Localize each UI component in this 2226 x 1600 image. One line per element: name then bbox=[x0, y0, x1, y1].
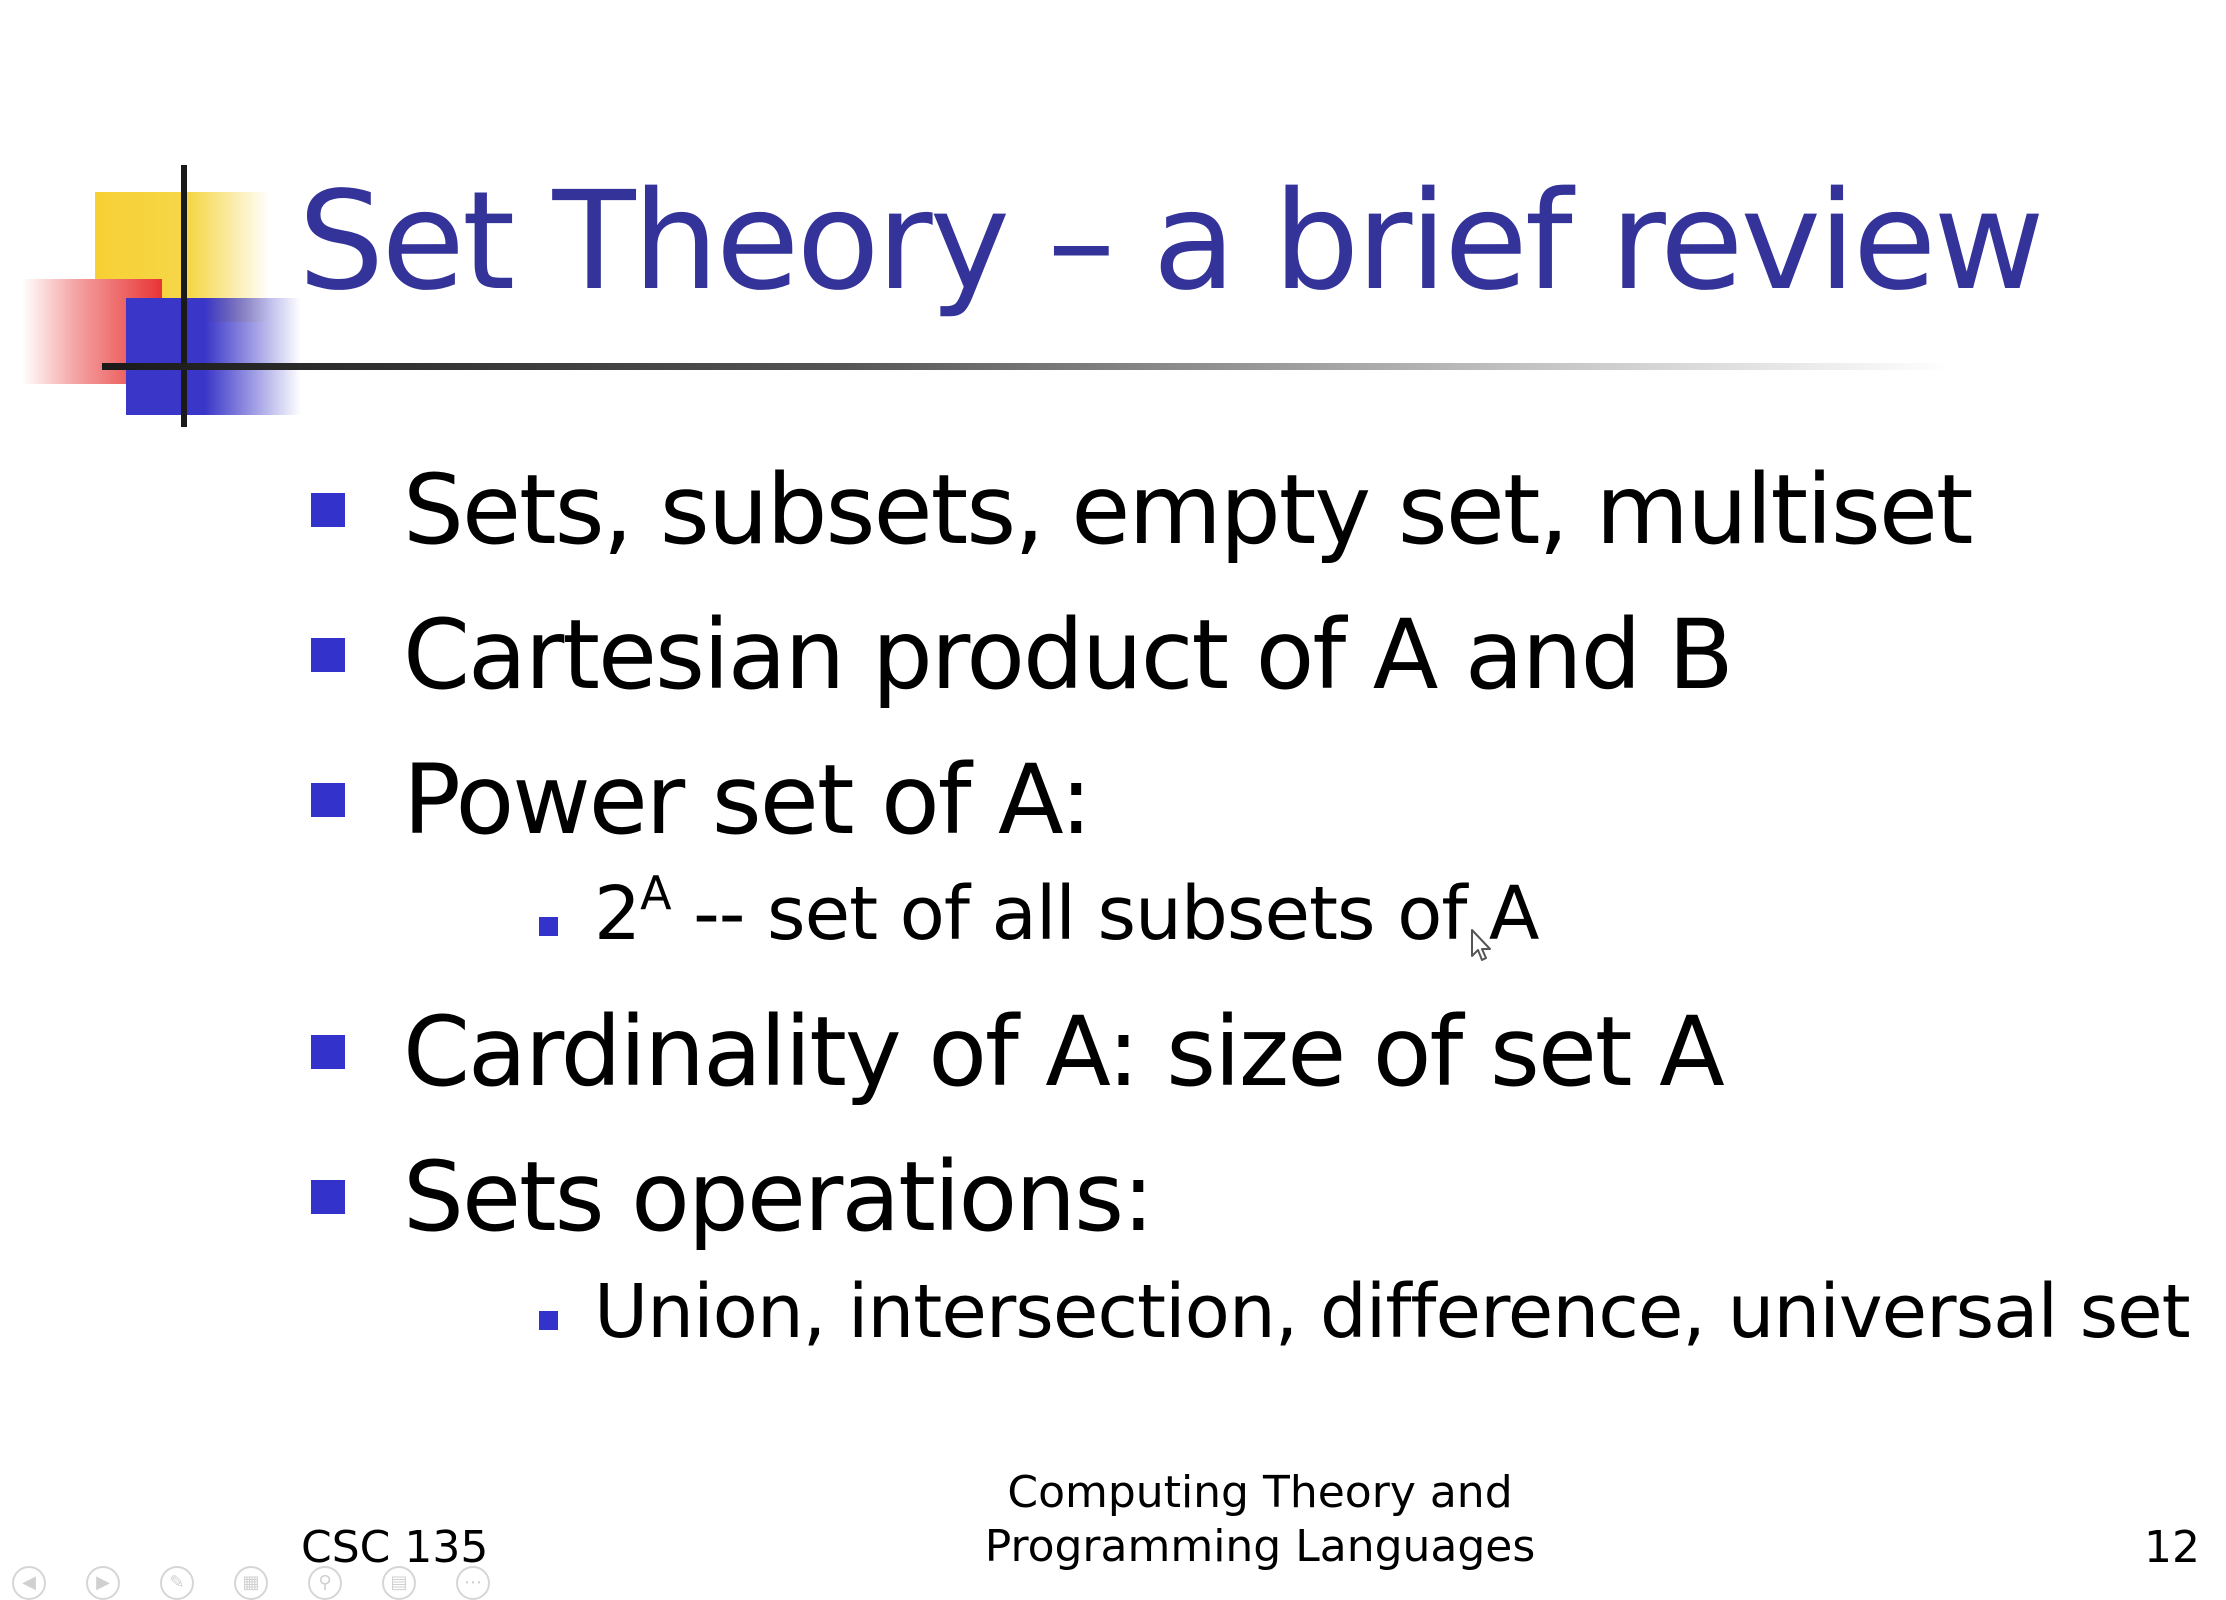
bullet-text: Cartesian product of A and B bbox=[403, 599, 1734, 711]
slide-title: Set Theory – a brief review bbox=[298, 163, 2045, 321]
sub-bullet-item: 2A -- set of all subsets of A bbox=[539, 866, 1540, 971]
bullet-text: Cardinality of A: size of set A bbox=[403, 996, 1725, 1108]
bullet-item: Power set of A: bbox=[311, 740, 1092, 860]
previous-slide-icon[interactable]: ◀ bbox=[12, 1566, 46, 1600]
bullet-item: Sets operations: bbox=[311, 1137, 1154, 1257]
bullet-item: Cardinality of A: size of set A bbox=[311, 992, 1725, 1112]
bullet-marker bbox=[311, 1035, 345, 1069]
power-set-exponent: A bbox=[640, 866, 671, 920]
bullet-marker bbox=[311, 493, 345, 527]
sub-bullet-marker bbox=[539, 1310, 558, 1330]
footer-subject: Computing Theory and Programming Languag… bbox=[950, 1466, 1570, 1574]
power-set-base: 2 bbox=[594, 871, 641, 957]
decor-vertical-line bbox=[181, 165, 187, 427]
bullet-item: Sets, subsets, empty set, multiset bbox=[311, 450, 1974, 570]
sub-bullet-text: Union, intersection, difference, univers… bbox=[594, 1269, 2191, 1355]
bullet-marker bbox=[311, 1180, 345, 1214]
more-options-icon[interactable]: ⋯ bbox=[456, 1566, 490, 1600]
see-all-slides-icon[interactable]: ▦ bbox=[234, 1566, 268, 1600]
slideshow-controls: ◀ ▶ ✎ ▦ ⚲ ▤ ⋯ bbox=[12, 1566, 490, 1600]
bullet-text: Sets operations: bbox=[403, 1141, 1154, 1253]
bullet-item: Cartesian product of A and B bbox=[311, 595, 1734, 715]
next-slide-icon[interactable]: ▶ bbox=[86, 1566, 120, 1600]
decor-blue-square bbox=[126, 298, 301, 415]
slide-number: 12 bbox=[2144, 1522, 2200, 1573]
footer-subject-line1: Computing Theory and bbox=[1007, 1467, 1513, 1518]
pen-icon[interactable]: ✎ bbox=[160, 1566, 194, 1600]
mouse-cursor-icon bbox=[1471, 929, 1491, 961]
title-underline bbox=[102, 363, 1952, 370]
sub-bullet-marker bbox=[539, 917, 558, 936]
zoom-icon[interactable]: ⚲ bbox=[308, 1566, 342, 1600]
subtitles-icon[interactable]: ▤ bbox=[382, 1566, 416, 1600]
bullet-text: Power set of A: bbox=[403, 744, 1092, 856]
footer-subject-line2: Programming Languages bbox=[984, 1521, 1536, 1572]
sub-bullet-item: Union, intersection, difference, univers… bbox=[539, 1264, 2191, 1360]
bullet-text: Sets, subsets, empty set, multiset bbox=[403, 454, 1974, 566]
power-set-description: -- set of all subsets of A bbox=[670, 871, 1539, 957]
bullet-marker bbox=[311, 638, 345, 672]
sub-bullet-text: 2A -- set of all subsets of A bbox=[594, 866, 1540, 971]
slide: Set Theory – a brief review Sets, subset… bbox=[0, 0, 2226, 1600]
bullet-marker bbox=[311, 783, 345, 817]
